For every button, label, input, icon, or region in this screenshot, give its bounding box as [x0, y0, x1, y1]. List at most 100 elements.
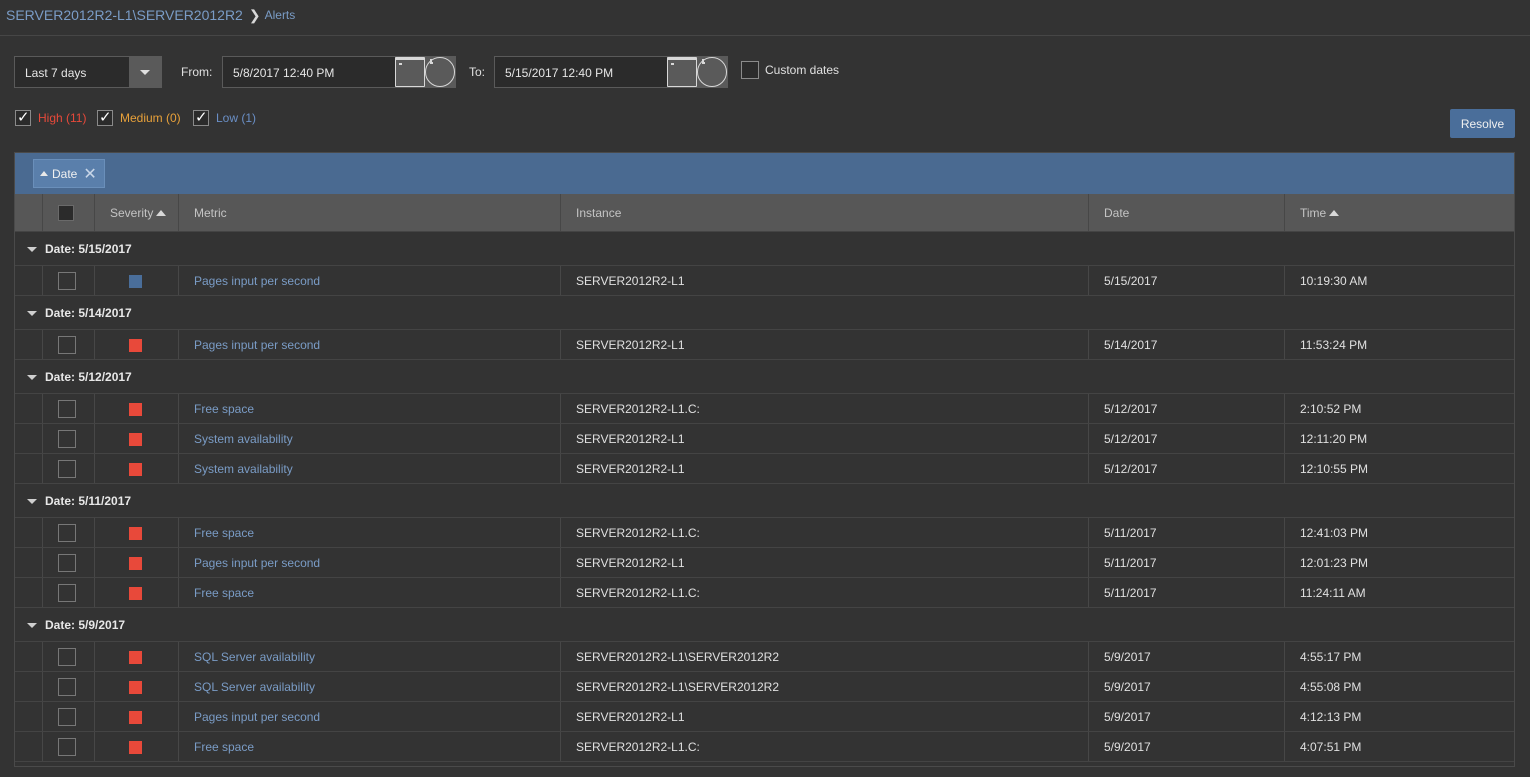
table-row[interactable]: SQL Server availability SERVER2012R2-L1\S… [15, 642, 1514, 672]
time-cell: 12:11:20 PM [1300, 431, 1368, 446]
collapse-triangle-icon[interactable] [27, 311, 37, 316]
row-checkbox[interactable] [58, 648, 76, 666]
group-row[interactable]: Date: 5/14/2017 [15, 296, 1514, 330]
collapse-triangle-icon[interactable] [27, 247, 37, 252]
group-label: Date: 5/11/2017 [45, 494, 132, 508]
row-checkbox[interactable] [58, 708, 76, 726]
custom-dates-checkbox[interactable] [741, 61, 759, 79]
date-cell: 5/12/2017 [1104, 401, 1158, 416]
metric-link[interactable]: Free space [194, 578, 254, 607]
column-header-instance[interactable]: Instance [576, 194, 621, 231]
low-severity-checkbox[interactable] [193, 108, 209, 126]
row-checkbox[interactable] [58, 678, 76, 696]
row-checkbox[interactable] [58, 554, 76, 572]
from-date-value: 5/8/2017 12:40 PM [233, 66, 335, 80]
time-cell: 10:19:30 AM [1300, 273, 1368, 288]
metric-link[interactable]: Pages input per second [194, 330, 320, 359]
column-divider [94, 732, 95, 761]
group-label: Date: 5/9/2017 [45, 618, 126, 632]
medium-severity-checkbox[interactable] [97, 108, 113, 126]
table-row[interactable]: Free space SERVER2012R2-L1.C: 5/12/2017 2:1… [15, 394, 1514, 424]
column-divider [1284, 672, 1285, 701]
group-row[interactable]: Date: 5/12/2017 [15, 360, 1514, 394]
date-cell: 5/12/2017 [1104, 431, 1158, 446]
table-row[interactable]: Pages input per second SERVER2012R2-L1 5/1… [15, 330, 1514, 360]
instance-cell: SERVER2012R2-L1.C: [576, 401, 700, 416]
group-chip-date[interactable]: Date ✕ [33, 159, 105, 188]
select-all-checkbox[interactable] [58, 205, 74, 221]
metric-link[interactable]: Pages input per second [194, 702, 320, 731]
date-cell: 5/11/2017 [1104, 555, 1157, 570]
breadcrumb: SERVER2012R2-L1\SERVER2012R2 ❯ Alerts [6, 6, 295, 24]
row-checkbox[interactable] [58, 336, 76, 354]
date-cell: 5/9/2017 [1104, 709, 1151, 724]
from-date-field[interactable]: 5/8/2017 12:40 PM [222, 56, 456, 88]
custom-dates-label: Custom dates [765, 63, 840, 77]
metric-link[interactable]: System availability [194, 454, 293, 483]
table-row[interactable]: Free space SERVER2012R2-L1.C: 5/11/2017 12:… [15, 518, 1514, 548]
dropdown-button[interactable] [129, 57, 161, 87]
high-severity-checkbox[interactable] [15, 108, 31, 126]
severity-indicator-icon [129, 463, 142, 476]
column-header-time[interactable]: Time [1300, 194, 1340, 231]
table-row[interactable]: System availability SERVER2012R2-L1 5/12/2… [15, 454, 1514, 484]
row-checkbox[interactable] [58, 524, 76, 542]
group-row[interactable]: Date: 5/9/2017 [15, 608, 1514, 642]
column-header-severity[interactable]: Severity [110, 194, 167, 231]
instance-cell: SERVER2012R2-L1 [576, 461, 685, 476]
column-divider [1284, 266, 1285, 295]
time-cell: 12:01:23 PM [1300, 555, 1369, 570]
to-date-field[interactable]: 5/15/2017 12:40 PM [494, 56, 728, 88]
clock-icon [425, 57, 455, 87]
severity-indicator-icon [129, 403, 142, 416]
close-icon[interactable]: ✕ [83, 165, 96, 182]
breadcrumb-server-link[interactable]: SERVER2012R2-L1\SERVER2012R2 [6, 7, 243, 23]
metric-link[interactable]: Free space [194, 394, 254, 423]
date-range-select[interactable]: Last 7 days [14, 56, 162, 88]
column-divider [1088, 518, 1089, 547]
row-checkbox[interactable] [58, 400, 76, 418]
table-row[interactable]: Free space SERVER2012R2-L1.C: 5/9/2017 4:07… [15, 732, 1514, 762]
row-checkbox[interactable] [58, 738, 76, 756]
severity-indicator-icon [129, 339, 142, 352]
row-checkbox[interactable] [58, 460, 76, 478]
column-divider [178, 266, 179, 295]
to-calendar-button[interactable] [667, 57, 697, 87]
to-time-button[interactable] [697, 57, 727, 87]
column-header-date[interactable]: Date [1104, 194, 1129, 231]
column-header-metric[interactable]: Metric [194, 194, 227, 231]
low-severity-label: Low (1) [216, 111, 257, 125]
column-divider [1088, 642, 1089, 671]
group-row[interactable]: Date: 5/11/2017 [15, 484, 1514, 518]
metric-link[interactable]: Free space [194, 518, 254, 547]
severity-indicator-icon [129, 587, 142, 600]
column-divider [560, 642, 561, 671]
table-row[interactable]: SQL Server availability SERVER2012R2-L1\S… [15, 672, 1514, 702]
group-row[interactable]: Date: 5/15/2017 [15, 232, 1514, 266]
table-row[interactable]: Pages input per second SERVER2012R2-L1 5/1… [15, 266, 1514, 296]
column-divider [560, 702, 561, 731]
resolve-button[interactable]: Resolve [1450, 109, 1515, 138]
table-row[interactable]: Pages input per second SERVER2012R2-L1 5/1… [15, 548, 1514, 578]
metric-link[interactable]: SQL Server availability [194, 672, 315, 701]
collapse-triangle-icon[interactable] [27, 375, 37, 380]
column-divider [560, 330, 561, 359]
row-checkbox[interactable] [58, 430, 76, 448]
from-calendar-button[interactable] [395, 57, 425, 87]
collapse-triangle-icon[interactable] [27, 499, 37, 504]
collapse-triangle-icon[interactable] [27, 623, 37, 628]
table-row[interactable]: System availability SERVER2012R2-L1 5/12/2… [15, 424, 1514, 454]
metric-link[interactable]: Free space [194, 732, 254, 761]
row-checkbox[interactable] [58, 272, 76, 290]
severity-indicator-icon [129, 275, 142, 288]
metric-link[interactable]: SQL Server availability [194, 642, 315, 671]
table-row[interactable]: Pages input per second SERVER2012R2-L1 5/9… [15, 702, 1514, 732]
row-checkbox[interactable] [58, 584, 76, 602]
date-cell: 5/9/2017 [1104, 739, 1151, 754]
metric-link[interactable]: Pages input per second [194, 548, 320, 577]
metric-link[interactable]: Pages input per second [194, 266, 320, 295]
column-divider [94, 672, 95, 701]
table-row[interactable]: Free space SERVER2012R2-L1.C: 5/11/2017 11:… [15, 578, 1514, 608]
from-time-button[interactable] [425, 57, 455, 87]
metric-link[interactable]: System availability [194, 424, 293, 453]
